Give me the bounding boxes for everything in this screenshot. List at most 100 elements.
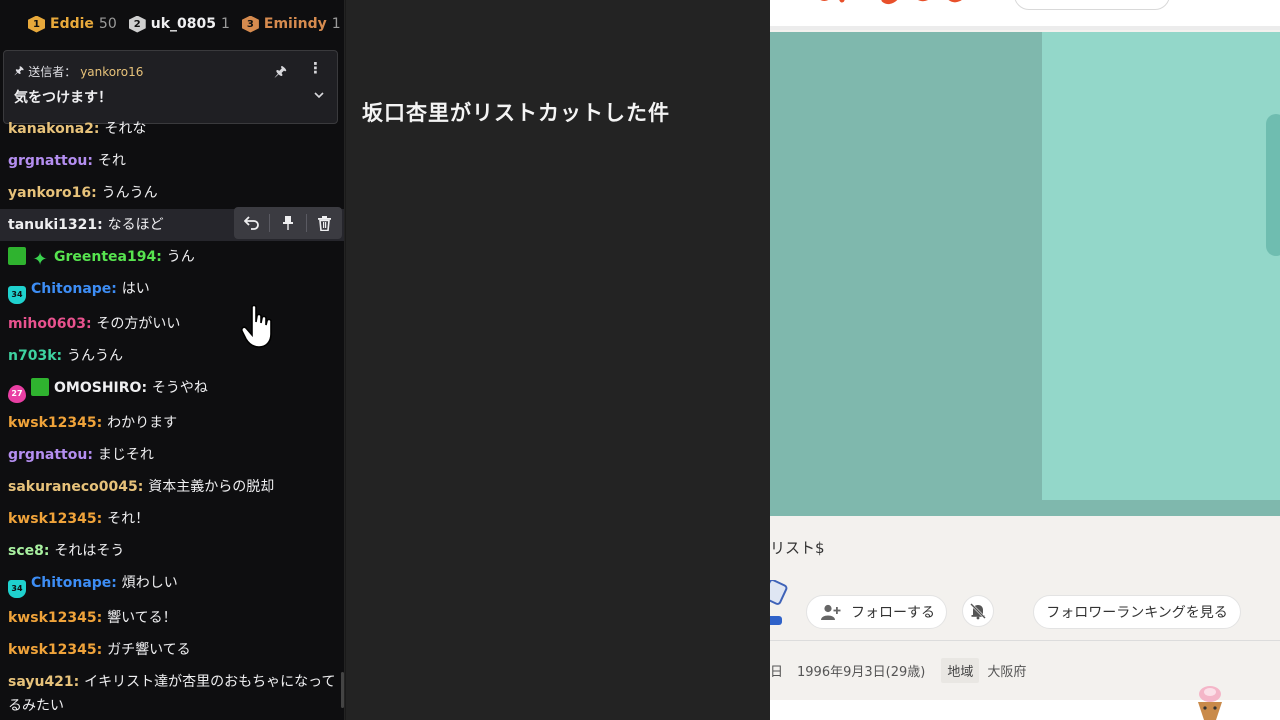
leaderboard-entry[interactable]: 1 Eddie 50 [28, 15, 117, 33]
chat-message[interactable]: n703k: うんうん [0, 340, 344, 372]
chat-username[interactable]: sayu421 [8, 674, 74, 690]
chat-message[interactable]: kwsk12345: ガチ響いてる [0, 634, 344, 666]
unpin-icon[interactable]: 🖈 [274, 61, 287, 85]
chat-message[interactable]: kwsk12345: それ！ [0, 503, 344, 535]
chat-message[interactable]: 34 Chitonape: 煩わしい [0, 567, 344, 602]
chat-username[interactable]: grgnattou [8, 447, 87, 463]
chat-username[interactable]: grgnattou [8, 153, 87, 169]
chat-message[interactable]: 34 Chitonape: はい [0, 273, 344, 308]
chat-username[interactable]: n703k [8, 348, 57, 364]
pin-message-icon[interactable] [270, 207, 305, 239]
chat-username[interactable]: kwsk12345 [8, 642, 97, 658]
rank-badge-icon: 2 [128, 15, 146, 33]
chat-scrollbar[interactable] [341, 672, 344, 708]
add-user-icon [821, 604, 841, 620]
chat-username[interactable]: sce8 [8, 543, 44, 559]
pinned-message-text: 気をつけます！ [14, 90, 112, 106]
follower-ranking-button[interactable]: フォロワーランキングを見る [1033, 595, 1241, 629]
chat-message[interactable]: ✦ Greentea194: うん [0, 241, 344, 273]
gift-badge-icon [8, 247, 26, 265]
leaderboard-name: Emiindy [263, 16, 327, 32]
chat-message[interactable]: grgnattou: それ [0, 145, 344, 177]
cover-strip [1042, 500, 1280, 516]
profile-page: リスト$ フォローする フォロワーランキングを見る 日 1996年9月3日(29… [770, 0, 1280, 720]
gift-leaderboard: 1 Eddie 50 2 uk_0805 1 3 Emiindy 1 [0, 0, 344, 48]
chat-username[interactable]: kwsk12345 [8, 511, 97, 527]
profile-info-row: 日 1996年9月3日(29歳) 地域 大阪府 [770, 658, 1026, 683]
sparkle-badge-icon: ✦ [32, 249, 48, 270]
chat-separator: : [93, 121, 105, 137]
site-header [770, 0, 1280, 30]
cover-image-panel [1042, 32, 1280, 500]
chat-username[interactable]: kwsk12345 [8, 610, 97, 626]
chat-separator: : [96, 642, 108, 658]
pinned-label: 送信者： [28, 65, 77, 79]
chat-username[interactable]: OMOSHIRO [54, 380, 141, 396]
rank-badge-icon: 1 [28, 15, 45, 33]
chat-text: わかります [107, 415, 178, 431]
reply-icon[interactable] [234, 207, 269, 239]
chat-message[interactable]: sakuraneco0045: 資本主義からの脱却 [0, 471, 344, 503]
chat-separator: : [156, 249, 167, 265]
chat-separator: : [91, 185, 102, 201]
chat-message[interactable]: kwsk12345: 響いてる！ [0, 602, 344, 634]
divider [770, 640, 1280, 641]
chat-username[interactable]: kanakona2 [8, 121, 94, 137]
mascot-icon [1198, 686, 1222, 720]
pinned-user: yankoro16 [80, 64, 144, 79]
region-value: 大阪府 [987, 665, 1027, 680]
chat-username[interactable]: miho0603 [8, 316, 86, 332]
chat-message[interactable]: kanakona2: それな [0, 113, 344, 145]
cover-side-tab[interactable] [1266, 114, 1280, 256]
chat-text: 響いてる！ [107, 610, 177, 626]
header-search-box[interactable] [1014, 0, 1170, 10]
chat-message[interactable]: sce8: それはそう [0, 535, 344, 567]
chat-username[interactable]: Chitonape [31, 281, 111, 297]
chat-text: それな [104, 121, 147, 137]
chat-message[interactable]: sayu421: イキリスト達が杏里のおもちゃになってるみたい [0, 666, 344, 720]
chat-text: はい [121, 281, 150, 297]
chat-separator: : [43, 543, 55, 559]
site-logo[interactable] [812, 0, 972, 20]
chat-separator: : [87, 447, 98, 463]
chat-separator: : [96, 511, 108, 527]
chevron-down-icon[interactable] [313, 89, 325, 101]
chat-separator: : [111, 281, 122, 297]
hand-cursor-icon [241, 304, 272, 348]
subscriber-badge-icon: 34 [8, 286, 26, 304]
mute-bell-icon [970, 603, 986, 620]
follow-button[interactable]: フォローする [806, 595, 947, 629]
trash-icon[interactable] [307, 207, 342, 239]
chat-username[interactable]: yankoro16 [8, 185, 91, 201]
chat-separator: : [111, 575, 122, 591]
leaderboard-name: uk_0805 [150, 16, 216, 32]
chat-message[interactable]: miho0603: その方がいい [0, 308, 344, 340]
chat-message[interactable]: grgnattou: まじそれ [0, 439, 344, 471]
leaderboard-entry[interactable]: 3 Emiindy 1 [241, 15, 341, 33]
chat-message[interactable]: kwsk12345: わかります [0, 407, 344, 439]
chat-separator: : [56, 348, 67, 364]
chat-text: そうやね [151, 380, 208, 396]
leaderboard-count: 1 [220, 16, 230, 32]
chat-username[interactable]: Chitonape [31, 575, 111, 591]
ranking-label: フォロワーランキングを見る [1046, 605, 1228, 621]
more-vertical-icon[interactable]: ⋮ [308, 59, 323, 77]
chat-separator: : [137, 479, 149, 495]
chat-username[interactable]: tanuki1321 [8, 217, 97, 233]
leaderboard-entry[interactable]: 2 uk_0805 1 [128, 15, 230, 33]
chat-username[interactable]: sakuraneco0045 [8, 479, 138, 495]
chat-separator: : [87, 153, 98, 169]
chat-username[interactable]: Greentea194 [54, 249, 156, 265]
chat-text: うんうん [67, 348, 123, 364]
follow-label: フォローする [851, 605, 935, 621]
chat-text: 煩わしい [121, 575, 178, 591]
chat-message[interactable]: 27 OMOSHIRO: そうやね [0, 372, 344, 407]
chat-username[interactable]: kwsk12345 [8, 415, 97, 431]
mute-notification-button[interactable] [962, 595, 994, 627]
chat-message[interactable]: yankoro16: うんうん [0, 177, 344, 209]
region-label: 地域 [941, 658, 980, 683]
profile-name: リスト$ [770, 539, 825, 557]
leaderboard-count: 50 [98, 16, 117, 32]
leaderboard-name: Eddie [50, 16, 94, 32]
chat-text: まじそれ [97, 447, 154, 463]
